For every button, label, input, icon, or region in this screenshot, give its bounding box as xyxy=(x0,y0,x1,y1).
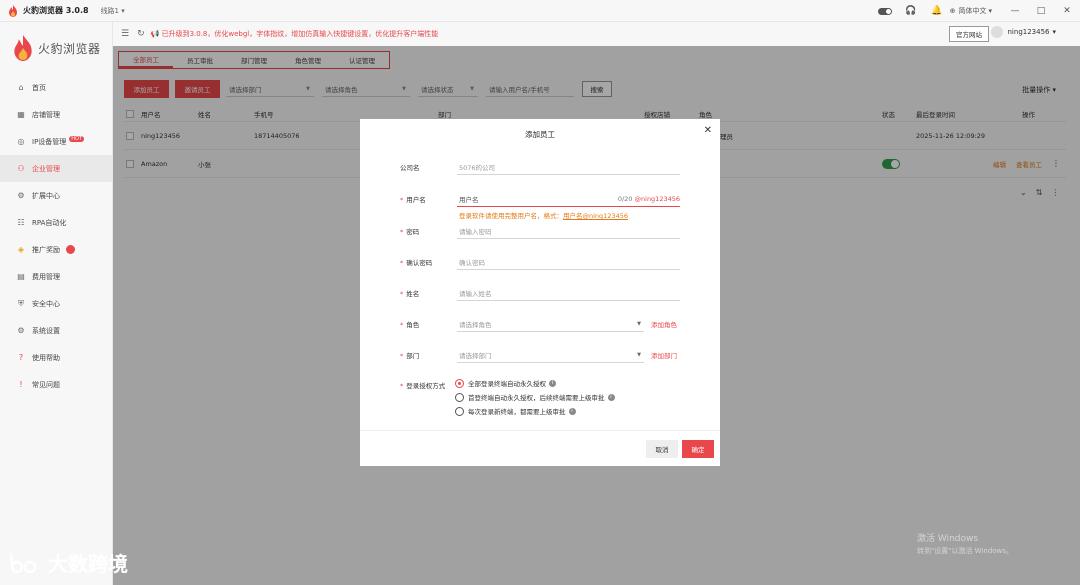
add-dept-link[interactable]: 添加部门 xyxy=(651,350,677,360)
chevron-down-icon: ▼ xyxy=(637,351,641,358)
enterprise-icon: ⚇ xyxy=(17,164,25,173)
cancel-button[interactable]: 取消 xyxy=(646,440,678,458)
sidebar: 火豹浏览器 ⌂ 首页 ▦ 店铺管理 ◎ IP设备管理 HOT ⚇ 企业管理 ⚙ 扩展中心 ☷… xyxy=(0,22,113,585)
security-icon: ⛨ xyxy=(18,298,24,308)
sidebar-item-security[interactable]: ⛨ 安全中心 xyxy=(0,290,112,317)
official-site-button[interactable]: 官方网站 xyxy=(949,26,989,42)
info-icon: i xyxy=(549,379,556,387)
close-icon[interactable]: ✕ xyxy=(704,125,712,136)
info-icon: i xyxy=(568,407,576,415)
line-selector[interactable]: 线路1 ▾ xyxy=(101,6,125,16)
help-icon: ? xyxy=(18,353,24,362)
sidebar-item-help[interactable]: ? 使用帮助 xyxy=(0,344,112,371)
watermark-logo-icon xyxy=(9,554,37,573)
dept-row: * 部门 请选择部门 ▼ 添加部门 xyxy=(360,347,720,365)
sidebar-item-reward[interactable]: ◈ 推广奖励 xyxy=(0,236,112,263)
username-row: * 用户名 用户名 0/20 @ning123456 xyxy=(360,191,720,209)
confirm-button[interactable]: 确定 xyxy=(682,440,714,458)
username-error: 登录软件请使用完整用户名，格式：用户名@ning123456 xyxy=(459,212,628,220)
shop-icon: ▦ xyxy=(17,110,25,119)
username-input[interactable]: 用户名 0/20 @ning123456 xyxy=(457,191,680,207)
faq-icon: ! xyxy=(19,380,23,389)
rpa-icon: ☷ xyxy=(17,218,25,227)
sidebar-item-shop[interactable]: ▦ 店铺管理 xyxy=(0,101,112,128)
globe-icon: ⊕ xyxy=(949,7,956,15)
sidebar-item-faq[interactable]: ! 常见问题 xyxy=(0,371,112,398)
ip-icon: ◎ xyxy=(17,137,25,146)
flame-logo-icon xyxy=(9,4,17,17)
money-bag-icon xyxy=(66,245,75,254)
company-field: 5076的公司 xyxy=(457,159,680,175)
extension-icon: ⚙ xyxy=(17,191,25,200)
password-row: * 密码 请输入密码 xyxy=(360,223,720,241)
maximize-icon[interactable]: □ xyxy=(1034,4,1048,18)
add-role-link[interactable]: 添加角色 xyxy=(651,319,677,329)
chevron-down-icon: ▼ xyxy=(637,320,641,327)
name-input[interactable]: 请输入姓名 xyxy=(457,285,680,301)
sidebar-item-settings[interactable]: ⚙ 系统设置 xyxy=(0,317,112,344)
home-icon: ⌂ xyxy=(18,83,24,92)
title-bar: 火豹浏览器 3.0.8 线路1 ▾ 🎧 🔔 ⊕ 简体中文 ▾ — □ ✕ xyxy=(0,0,1080,22)
password-input[interactable]: 请输入密码 xyxy=(457,223,680,239)
avatar xyxy=(990,26,1003,38)
theme-toggle[interactable] xyxy=(877,7,892,15)
bell-icon[interactable]: 🔔 xyxy=(930,4,944,18)
auth-option-1[interactable]: 全部登录终端自动永久授权 i xyxy=(455,378,556,388)
dept-select[interactable]: 请选择部门 ▼ xyxy=(457,347,644,363)
hot-badge: HOT xyxy=(69,135,85,142)
language-selector[interactable]: ⊕ 简体中文 ▾ xyxy=(950,6,992,16)
sidebar-logo: 火豹浏览器 xyxy=(0,22,112,74)
dialog-footer: 取消 确定 xyxy=(360,430,720,466)
confirm-password-row: * 确认密码 确认密码 xyxy=(360,254,720,272)
watermark: 大数跨境 xyxy=(8,548,128,577)
update-notice: 📢 已升级到3.0.8，优化webgl，字体指纹，增加仿真输入快捷键设置，优化提… xyxy=(150,30,439,38)
main-header: ☰ ↻ 📢 已升级到3.0.8，优化webgl，字体指纹，增加仿真输入快捷键设置… xyxy=(113,22,1080,46)
flame-logo-icon xyxy=(14,35,32,61)
close-icon[interactable]: ✕ xyxy=(1060,4,1074,18)
app-title: 火豹浏览器 3.0.8 xyxy=(23,6,89,15)
collapse-menu-icon[interactable]: ☰ xyxy=(121,29,129,39)
windows-activation: 激活 Windows 转到"设置"以激活 Windows。 xyxy=(917,534,1013,555)
name-row: * 姓名 请输入姓名 xyxy=(360,285,720,303)
info-icon: i xyxy=(607,393,615,401)
sidebar-item-rpa[interactable]: ☷ RPA自动化 xyxy=(0,209,112,236)
sidebar-item-ip[interactable]: ◎ IP设备管理 HOT xyxy=(0,128,112,155)
reward-icon: ◈ xyxy=(17,245,25,254)
confirm-password-input[interactable]: 确认密码 xyxy=(457,254,680,270)
minimize-icon[interactable]: — xyxy=(1008,4,1022,18)
headset-icon[interactable]: 🎧 xyxy=(904,4,918,18)
role-row: * 角色 请选择角色 ▼ 添加角色 xyxy=(360,316,720,334)
refresh-icon[interactable]: ↻ xyxy=(137,29,145,39)
user-menu[interactable]: ning123456 ▾ xyxy=(990,26,1056,38)
role-select[interactable]: 请选择角色 ▼ xyxy=(457,316,644,332)
fee-icon: ▤ xyxy=(17,272,25,281)
sidebar-item-fee[interactable]: ▤ 费用管理 xyxy=(0,263,112,290)
add-employee-dialog: 添加员工 ✕ 公司名 5076的公司 * 用户名 用户名 0/20 @ning12… xyxy=(360,119,720,466)
auth-option-2[interactable]: 首登终端自动永久授权，后续终端需要上级审批 i xyxy=(455,392,615,402)
sidebar-item-home[interactable]: ⌂ 首页 xyxy=(0,74,112,101)
company-row: 公司名 5076的公司 xyxy=(360,159,720,177)
settings-icon: ⚙ xyxy=(17,326,25,335)
sidebar-item-extension[interactable]: ⚙ 扩展中心 xyxy=(0,182,112,209)
dialog-title: 添加员工 xyxy=(525,130,555,139)
auth-option-3[interactable]: 每次登录新终端，都需要上级审批 i xyxy=(455,406,576,416)
sidebar-item-enterprise[interactable]: ⚇ 企业管理 xyxy=(0,155,112,182)
